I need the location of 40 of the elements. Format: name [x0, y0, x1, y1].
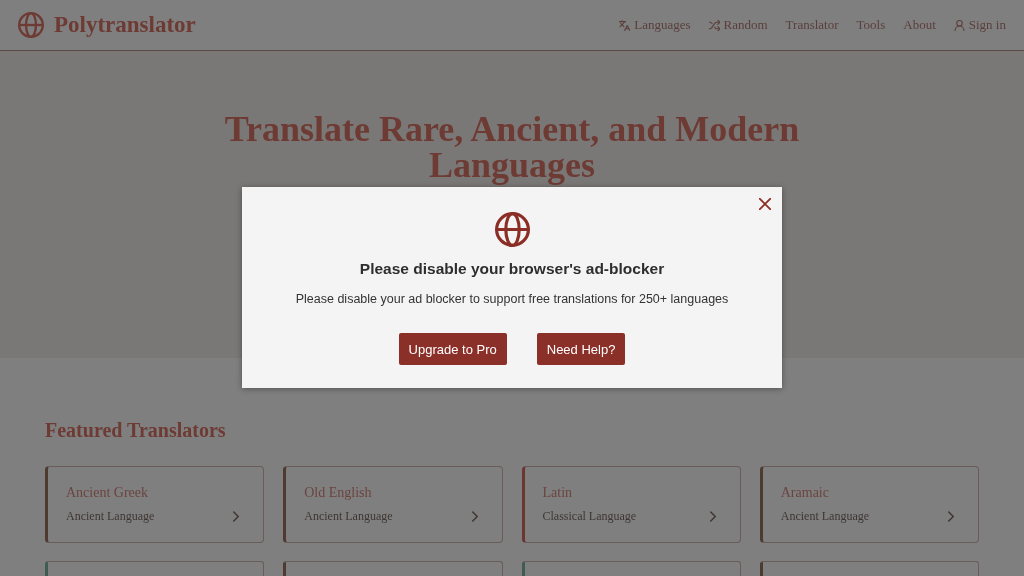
nav-link[interactable]: Languages — [619, 17, 691, 33]
close-icon — [759, 198, 771, 210]
translator-card[interactable] — [521, 561, 741, 576]
translator-card[interactable] — [283, 561, 503, 576]
language-name: Aramaic — [780, 485, 830, 501]
chevron-right-icon — [233, 511, 240, 522]
nav-link[interactable]: About — [903, 17, 936, 33]
globe-icon — [494, 212, 530, 247]
translator-card[interactable] — [45, 561, 265, 576]
dialog-button[interactable]: Need Help? — [536, 333, 626, 365]
language-category: Ancient Language — [304, 509, 393, 524]
nav-link[interactable]: Tools — [856, 17, 886, 33]
shuffle-icon — [708, 19, 720, 31]
chevron-right-icon — [471, 511, 478, 522]
language-category: Classical Language — [542, 509, 637, 524]
dialog-button[interactable]: Upgrade to Pro — [398, 333, 507, 365]
section-heading: Featured Translators — [45, 418, 226, 443]
translator-card[interactable] — [759, 561, 979, 576]
translator-card[interactable]: Ancient Greek Ancient Language — [45, 466, 265, 543]
language-name: Old English — [304, 485, 373, 501]
translator-card[interactable]: Latin Classical Language — [521, 466, 741, 543]
user-icon — [953, 19, 965, 31]
language-name: Latin — [542, 485, 574, 501]
globe-logo-icon — [18, 12, 44, 38]
chevron-right-icon — [948, 511, 954, 522]
dialog-message: Please disable your ad blocker to support free translations for 250+ languages — [295, 291, 729, 307]
language-category: Ancient Language — [66, 509, 155, 524]
language-category: Ancient Language — [780, 509, 870, 524]
nav-link[interactable]: Translator — [785, 17, 839, 33]
translator-card[interactable]: Aramaic Ancient Language — [759, 466, 979, 543]
hero-title: Translate Rare, Ancient, and Modern Languages — [223, 111, 801, 183]
dialog-title: Please disable your browser's ad-blocker — [359, 259, 665, 279]
chevron-right-icon — [709, 511, 716, 522]
close-button[interactable] — [759, 198, 771, 210]
translator-card[interactable]: Old English Ancient Language — [283, 466, 503, 543]
translate-icon — [619, 19, 631, 31]
brand-name[interactable]: Polytranslator — [54, 12, 196, 38]
nav-link[interactable]: Sign in — [953, 17, 1006, 33]
language-name: Ancient Greek — [66, 485, 150, 501]
nav-link[interactable]: Random — [708, 17, 768, 33]
